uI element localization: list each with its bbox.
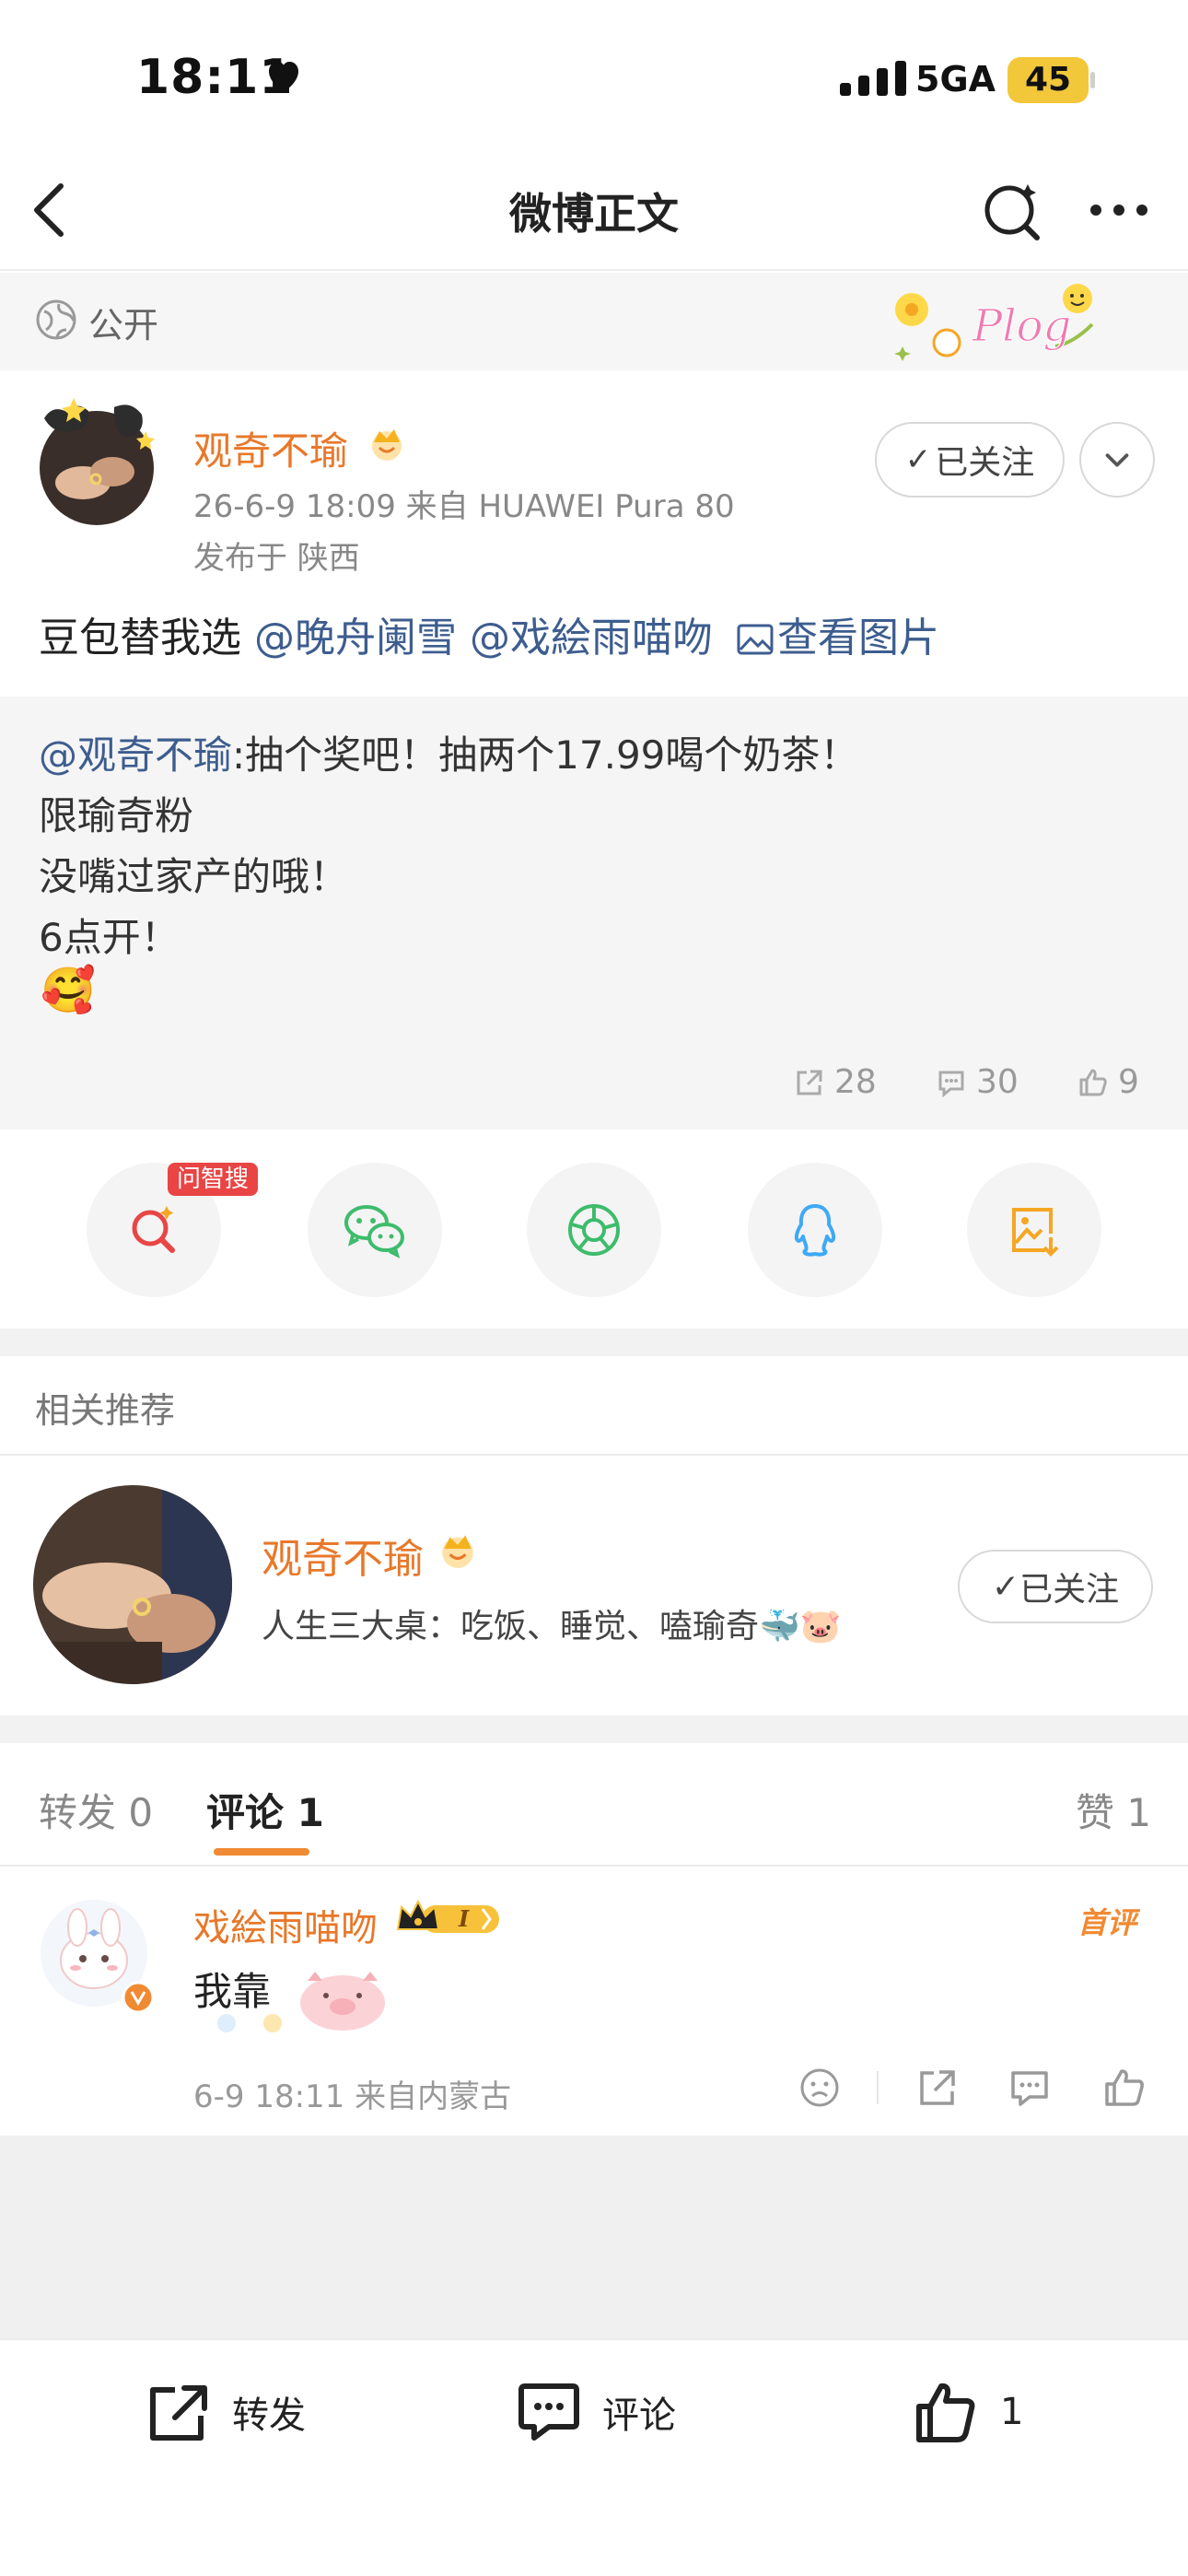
image-icon[interactable] (737, 624, 774, 655)
save-image-icon (1012, 1208, 1059, 1257)
avatar-photo (33, 1485, 232, 1684)
visibility-label: 公开 (88, 305, 159, 345)
recommend-avatar[interactable] (33, 1485, 232, 1684)
expand-button[interactable] (1079, 422, 1155, 498)
first-comment-label: 首评 (1077, 1905, 1137, 1940)
post-location: 发布于 陕西 (193, 540, 360, 577)
following-label: 已关注 (1019, 1571, 1120, 1609)
battery-cap (1090, 72, 1095, 88)
member-level: I (458, 1905, 470, 1932)
qq-share-button[interactable] (748, 1163, 882, 1297)
quoted-repost-count[interactable]: 28 (794, 1063, 877, 1101)
quoted-like-count[interactable]: 9 (1077, 1063, 1139, 1101)
comment-icon (518, 2383, 579, 2441)
dislike-icon[interactable] (796, 2064, 844, 2112)
globe-icon (36, 299, 76, 340)
quoted-line: 6点开！ (39, 915, 180, 960)
mention-link[interactable]: @戏絵雨喵吻 (457, 615, 713, 662)
section-gap (0, 1715, 1188, 1743)
qq-icon (794, 1204, 836, 1257)
save-image-share-button[interactable] (967, 1163, 1101, 1297)
quoted-line: 限瑜奇粉 (39, 793, 194, 838)
ai-search-tag: 问智搜 (168, 1163, 259, 1196)
post-meta: 26-6-9 18:09 来自 HUAWEI Pura 80 (193, 488, 735, 525)
quoted-line: 没嘴过家产的哦！ (39, 854, 349, 899)
signal-icon (840, 61, 906, 96)
moments-icon (568, 1204, 620, 1256)
repost-button[interactable]: 转发 (144, 2377, 306, 2447)
plog-sticker: Plog (894, 284, 1094, 361)
network-type: 5GA (915, 59, 996, 100)
heart-icon (269, 62, 298, 92)
repost-icon[interactable] (914, 2064, 961, 2112)
more-icon[interactable] (1087, 199, 1151, 221)
pig-sticker (217, 1972, 385, 2032)
tab-likes[interactable]: 赞 1 (1076, 1782, 1151, 1838)
battery-level: 45 (1007, 57, 1089, 103)
bottom-action-bar (0, 2340, 1188, 2576)
post-text: 豆包替我选 @晚舟阑雪 @戏絵雨喵吻 查看图片 (39, 604, 939, 663)
chevron-down-icon (1105, 453, 1129, 467)
plog-sticker-text: Plog (972, 300, 1071, 352)
repost-icon (797, 1070, 822, 1095)
repost-label: 转发 (232, 2395, 306, 2437)
thumbs-up-icon (916, 2383, 975, 2442)
checkmark-icon: ✓ (904, 441, 932, 478)
thumbs-up-icon (1079, 1069, 1107, 1095)
crown-badge-icon (372, 429, 402, 461)
author-avatar[interactable] (37, 394, 157, 525)
reply-icon[interactable] (1006, 2064, 1054, 2112)
wechat-icon (344, 1205, 404, 1259)
divider (0, 1454, 1188, 1456)
comment-button[interactable]: 评论 (514, 2377, 676, 2447)
section-gap (0, 1329, 1188, 1356)
commenter-name[interactable]: 戏絵雨喵吻 (193, 1898, 378, 1951)
member-level-badge: I (396, 1899, 499, 1933)
wechat-share-button[interactable] (308, 1163, 442, 1297)
commenter-avatar[interactable] (37, 1896, 157, 2016)
recommend-following-button[interactable]: ✓ 已关注 (958, 1550, 1153, 1623)
post-prefix: 豆包替我选 (39, 615, 254, 662)
comment-icon (938, 1071, 964, 1097)
moments-share-button[interactable] (527, 1163, 661, 1297)
divider (0, 2338, 1188, 2340)
following-button[interactable]: ✓ 已关注 (875, 422, 1065, 498)
like-icon[interactable] (1101, 2064, 1149, 2112)
recommend-name[interactable]: 观奇不瑜 (262, 1526, 424, 1585)
repost-icon (150, 2385, 207, 2441)
empty-area (0, 2136, 1188, 2340)
active-tab-indicator (214, 1848, 309, 1856)
comment-meta: 6-9 18:11 来自内蒙古 (193, 2078, 512, 2115)
author-name[interactable]: 观奇不瑜 (193, 420, 348, 476)
mention-link[interactable]: @晚舟阑雪 (254, 615, 457, 662)
recommend-title: 相关推荐 (35, 1390, 176, 1431)
like-count: 1 (1000, 2391, 1024, 2433)
action-divider (877, 2071, 879, 2104)
tab-reposts[interactable]: 转发 0 (39, 1782, 153, 1838)
crown-badge-icon (442, 1535, 473, 1568)
quoted-mention[interactable]: @观奇不瑜 (39, 732, 232, 778)
like-button[interactable]: 1 (912, 2377, 1023, 2447)
following-label: 已关注 (935, 444, 1035, 482)
quoted-line: @观奇不瑜:抽个奖吧！抽两个17.99喝个奶茶！ (39, 732, 859, 778)
recommend-bio: 人生三大桌：吃饭、睡觉、嗑瑜奇🐳🐷 (262, 1608, 842, 1645)
divider (0, 1865, 1188, 1867)
tab-comments[interactable]: 评论 1 (206, 1782, 324, 1838)
checkmark-icon: ✓ (991, 1567, 1020, 1606)
view-image-link[interactable]: 查看图片 (777, 615, 939, 662)
divider (0, 269, 1188, 271)
ai-search-icon (132, 1206, 175, 1253)
quoted-comment-count[interactable]: 30 (936, 1063, 1019, 1101)
search-icon[interactable] (980, 177, 1046, 243)
quoted-emoji: 🥰 (41, 965, 96, 1016)
comment-label: 评论 (602, 2395, 676, 2437)
